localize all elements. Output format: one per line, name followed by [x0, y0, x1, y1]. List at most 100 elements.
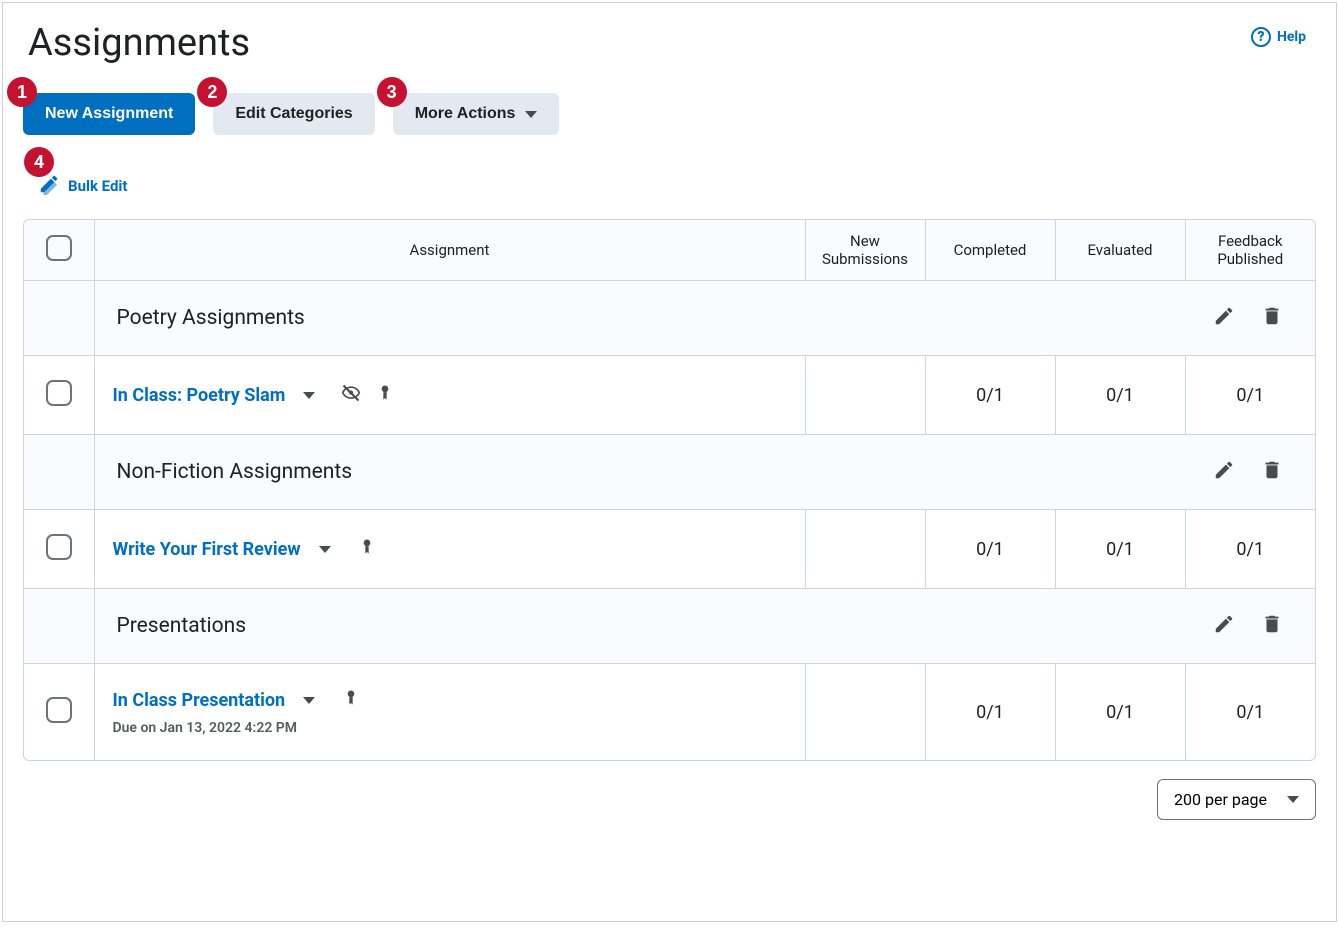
page-title: Assignments	[28, 21, 250, 65]
evaluated-cell: 0/1	[1055, 510, 1185, 589]
edit-category-icon[interactable]	[1213, 305, 1235, 331]
help-link[interactable]: ? Help	[1251, 27, 1306, 47]
pagination: 200 per page	[23, 779, 1316, 820]
help-icon: ?	[1251, 27, 1271, 47]
special-access-icon	[357, 537, 377, 561]
category-name: Poetry Assignments	[117, 306, 305, 330]
status-icons	[357, 537, 377, 561]
page-container: Assignments ? Help 1 New Assignment 2 Ed…	[2, 2, 1337, 922]
assignment-checkbox[interactable]	[46, 380, 72, 406]
select-all-checkbox[interactable]	[46, 235, 72, 261]
callout-badge-2: 2	[197, 77, 227, 107]
assignments-table-container: Assignment New Submissions Completed Eva…	[23, 219, 1316, 761]
assignment-checkbox-cell	[24, 510, 94, 589]
edit-categories-button[interactable]: 2 Edit Categories	[213, 93, 374, 135]
special-access-icon	[375, 383, 395, 407]
delete-category-icon[interactable]	[1261, 305, 1283, 331]
assignments-table: Assignment New Submissions Completed Eva…	[24, 220, 1315, 760]
callout-badge-1: 1	[7, 77, 37, 107]
delete-category-icon[interactable]	[1261, 459, 1283, 485]
help-label: Help	[1277, 29, 1306, 45]
due-date: Due on Jan 13, 2022 4:22 PM	[113, 720, 787, 736]
new-submissions-cell	[805, 356, 925, 435]
header-feedback[interactable]: Feedback Published	[1185, 220, 1315, 281]
category-cell: Poetry Assignments	[94, 281, 1315, 356]
completed-cell: 0/1	[925, 356, 1055, 435]
callout-badge-4: 4	[24, 147, 54, 177]
evaluated-cell: 0/1	[1055, 356, 1185, 435]
category-cell: Presentations	[94, 589, 1315, 664]
delete-category-icon[interactable]	[1261, 613, 1283, 639]
header-completed[interactable]: Completed	[925, 220, 1055, 281]
status-icons	[341, 383, 395, 407]
assignment-main: Write Your First Review	[113, 537, 787, 561]
feedback-cell: 0/1	[1185, 510, 1315, 589]
assignment-main: In Class Presentation Due on Jan 13, 2022…	[113, 688, 787, 736]
category-checkbox-cell	[24, 589, 94, 664]
callout-badge-3: 3	[377, 77, 407, 107]
assignment-cell: In Class Presentation Due on Jan 13, 2022…	[94, 664, 805, 761]
assignment-link[interactable]: In Class Presentation	[113, 690, 286, 711]
category-actions	[1213, 613, 1283, 639]
assignment-row-content: In Class Presentation	[113, 688, 787, 712]
assignment-cell: In Class: Poetry Slam	[94, 356, 805, 435]
more-actions-button[interactable]: 3 More Actions	[393, 93, 560, 135]
new-assignment-button[interactable]: 1 New Assignment	[23, 93, 195, 135]
bulk-edit-label: Bulk Edit	[68, 177, 127, 195]
evaluated-cell: 0/1	[1055, 664, 1185, 761]
toolbar: 1 New Assignment 2 Edit Categories 3 Mor…	[23, 93, 1316, 135]
status-icons	[341, 688, 361, 712]
assignment-row: In Class Presentation Due on Jan 13, 2022…	[24, 664, 1315, 761]
new-submissions-cell	[805, 664, 925, 761]
header-checkbox-col	[24, 220, 94, 281]
assignment-checkbox-cell	[24, 356, 94, 435]
assignment-checkbox[interactable]	[46, 697, 72, 723]
category-name: Non-Fiction Assignments	[117, 460, 353, 484]
assignment-link[interactable]: In Class: Poetry Slam	[113, 385, 286, 406]
special-access-icon	[341, 688, 361, 712]
category-row: Non-Fiction Assignments	[24, 435, 1315, 510]
assignment-row-content: In Class: Poetry Slam	[113, 383, 787, 407]
assignment-dropdown-icon[interactable]	[303, 697, 315, 704]
chevron-down-icon	[1287, 796, 1299, 803]
category-content: Presentations	[117, 613, 1294, 639]
feedback-cell: 0/1	[1185, 356, 1315, 435]
more-actions-label: More Actions	[415, 105, 516, 123]
header-assignment[interactable]: Assignment	[94, 220, 805, 281]
completed-cell: 0/1	[925, 510, 1055, 589]
per-page-label: 200 per page	[1174, 790, 1267, 809]
category-content: Poetry Assignments	[117, 305, 1294, 331]
assignment-row: In Class: Poetry Slam0/10/10/1	[24, 356, 1315, 435]
header-evaluated[interactable]: Evaluated	[1055, 220, 1185, 281]
edit-category-icon[interactable]	[1213, 613, 1235, 639]
edit-category-icon[interactable]	[1213, 459, 1235, 485]
completed-cell: 0/1	[925, 664, 1055, 761]
category-row: Poetry Assignments	[24, 281, 1315, 356]
category-checkbox-cell	[24, 281, 94, 356]
assignment-dropdown-icon[interactable]	[319, 546, 331, 553]
assignment-row-content: Write Your First Review	[113, 537, 787, 561]
hidden-icon	[341, 383, 361, 407]
pencil-double-icon	[38, 173, 60, 199]
header-new-submissions[interactable]: New Submissions	[805, 220, 925, 281]
assignment-cell: Write Your First Review	[94, 510, 805, 589]
bulk-edit-link[interactable]: Bulk Edit	[38, 173, 127, 199]
bulk-edit-container: 4 Bulk Edit	[38, 173, 127, 199]
feedback-cell: 0/1	[1185, 664, 1315, 761]
per-page-select[interactable]: 200 per page	[1157, 779, 1316, 820]
chevron-down-icon	[525, 111, 537, 118]
category-cell: Non-Fiction Assignments	[94, 435, 1315, 510]
category-checkbox-cell	[24, 435, 94, 510]
category-name: Presentations	[117, 614, 247, 638]
category-row: Presentations	[24, 589, 1315, 664]
new-submissions-cell	[805, 510, 925, 589]
table-header-row: Assignment New Submissions Completed Eva…	[24, 220, 1315, 281]
new-assignment-label: New Assignment	[45, 105, 173, 123]
category-content: Non-Fiction Assignments	[117, 459, 1294, 485]
assignment-link[interactable]: Write Your First Review	[113, 539, 301, 560]
category-actions	[1213, 459, 1283, 485]
assignment-checkbox[interactable]	[46, 534, 72, 560]
edit-categories-label: Edit Categories	[235, 105, 352, 123]
assignment-dropdown-icon[interactable]	[303, 392, 315, 399]
category-actions	[1213, 305, 1283, 331]
